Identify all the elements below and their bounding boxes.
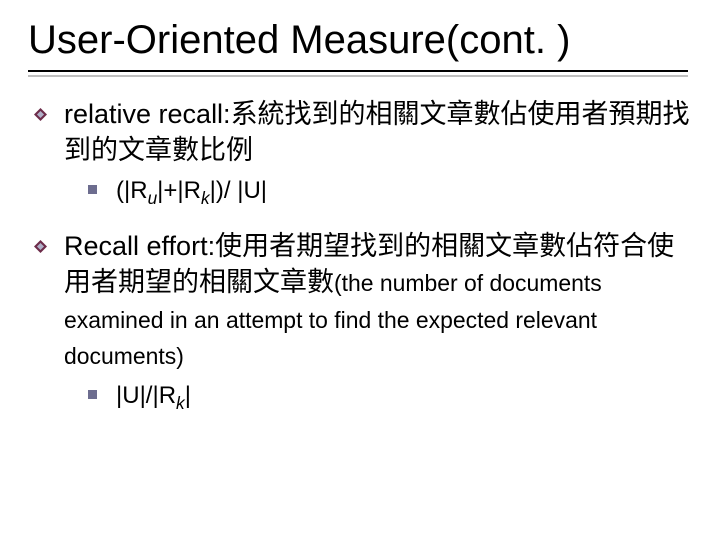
bullet-recall-effort: Recall effort:使用者期望找到的相關文章數佔符合使用者期望的相關文章…	[28, 228, 692, 374]
square-bullet-icon	[88, 185, 97, 194]
title-underline	[28, 70, 688, 72]
page-title: User-Oriented Measure(cont. )	[28, 18, 692, 62]
slide: User-Oriented Measure(cont. ) relative r…	[0, 0, 720, 540]
bullet-text: Recall effort:使用者期望找到的相關文章數佔符合使用者期望的相關文章…	[64, 231, 674, 370]
formula-text: (|Ru|+|Rk|)/ |U|	[116, 177, 267, 204]
bullet-text: relative recall:系統找到的相關文章數佔使用者預期找到的文章數比例	[64, 99, 690, 165]
diamond-bullet-icon	[34, 108, 47, 121]
diamond-bullet-icon	[34, 240, 47, 253]
square-bullet-icon	[88, 390, 97, 399]
slide-body: relative recall:系統找到的相關文章數佔使用者預期找到的文章數比例…	[28, 96, 692, 415]
formula-text: |U|/|Rk|	[116, 382, 191, 409]
sub-bullet-formula-1: (|Ru|+|Rk|)/ |U|	[28, 175, 692, 210]
bullet-relative-recall: relative recall:系統找到的相關文章數佔使用者預期找到的文章數比例	[28, 96, 692, 169]
sub-bullet-formula-2: |U|/|Rk|	[28, 380, 692, 415]
